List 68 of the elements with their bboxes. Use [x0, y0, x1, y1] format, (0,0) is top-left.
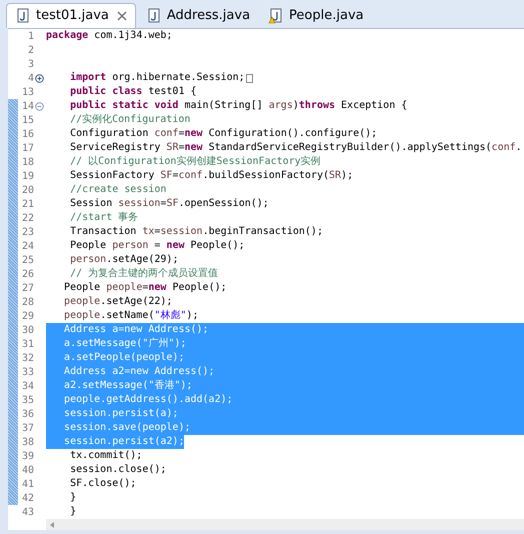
code-line: people.setName("林彪");: [63, 309, 198, 323]
line-number: 32: [20, 352, 34, 366]
line-number: 15: [20, 114, 34, 128]
line-number: 42: [20, 492, 34, 506]
editor-tab[interactable]: Address.java: [138, 3, 258, 28]
line-number: 40: [20, 464, 34, 478]
code-line: SF.close();: [69, 477, 136, 491]
line-number: 18: [20, 156, 34, 170]
line-number: 30: [20, 324, 34, 338]
line-number: 37: [20, 422, 34, 436]
editor-tab[interactable]: test01.java: [6, 3, 136, 28]
code-line: session.close();: [69, 463, 166, 477]
code-line: people.setAge(22);: [63, 295, 172, 309]
line-number: 29: [20, 310, 34, 324]
line-number: 24: [20, 240, 34, 254]
line-number: 35: [20, 394, 34, 408]
line-number: 39: [20, 450, 34, 464]
line-number: 25: [20, 254, 34, 268]
line-number: 17: [20, 142, 34, 156]
code-line: public static void main(String[] args)throws Exception {: [69, 99, 408, 113]
line-number: 36: [20, 408, 34, 422]
line-number: 34: [20, 380, 34, 394]
code-line: //create session: [69, 183, 166, 197]
code-line: // 以Configuration实例创建SessionFactory实例: [69, 155, 321, 169]
code-line: SessionFactory SF=conf.buildSessionFactory(SR);: [69, 169, 354, 183]
line-number: 20: [20, 184, 34, 198]
line-number: 33: [20, 366, 34, 380]
code-line: import org.hibernate.Session;: [69, 71, 245, 85]
line-number: 28: [20, 296, 34, 310]
code-line: //start 事务: [69, 211, 138, 225]
code-line: ServiceRegistry SR=new StandardServiceRegistryBuilder().applySettings(conf.: [69, 141, 522, 155]
line-number: 19: [20, 170, 34, 184]
code-line: //实例化Configuration: [69, 113, 190, 127]
code-line: Transaction tx=session.beginTransaction();: [69, 225, 323, 239]
line-number: 16: [20, 128, 34, 142]
code-line: tx.commit();: [69, 449, 142, 463]
line-number: 13: [20, 86, 34, 100]
line-number: 21: [20, 198, 34, 212]
line-number: 26: [20, 268, 34, 282]
code-line: public class test01 {: [69, 85, 197, 99]
horizontal-scrollbar[interactable]: [46, 519, 524, 530]
line-number: 41: [20, 478, 34, 492]
line-number: 38: [20, 436, 34, 450]
line-number: 27: [20, 282, 34, 296]
close-icon[interactable]: [116, 11, 127, 21]
code-line: }: [69, 491, 76, 505]
line-number: 14: [20, 100, 34, 114]
expand-fold-icon[interactable]: [35, 74, 44, 82]
code-line: People person = new People();: [69, 239, 245, 253]
code-line: package com.1j34.web;: [46, 29, 172, 43]
code-line: Configuration conf=new Configuration().configure();: [69, 127, 378, 141]
code-line: // 为复合主键的两个成员设置值: [69, 267, 218, 281]
line-number: 23: [20, 226, 34, 240]
line-number: 22: [20, 212, 34, 226]
line-number: 3: [26, 58, 34, 72]
line-number: 4: [26, 72, 34, 86]
line-number: 2: [26, 44, 34, 58]
editor-tab[interactable]: People.java: [260, 3, 372, 28]
collapse-fold-icon[interactable]: [35, 102, 44, 110]
scroll-left-icon[interactable]: [48, 520, 56, 529]
line-number: 31: [20, 338, 34, 352]
code-line: }: [69, 505, 76, 519]
code-line: person.setAge(29);: [69, 253, 178, 267]
code-line: Session session=SF.openSession();: [69, 197, 269, 211]
folded-code-icon[interactable]: [246, 74, 253, 82]
line-number: 43: [20, 506, 34, 520]
line-number: 1: [26, 30, 34, 44]
code-line: People people=new People();: [63, 281, 227, 295]
